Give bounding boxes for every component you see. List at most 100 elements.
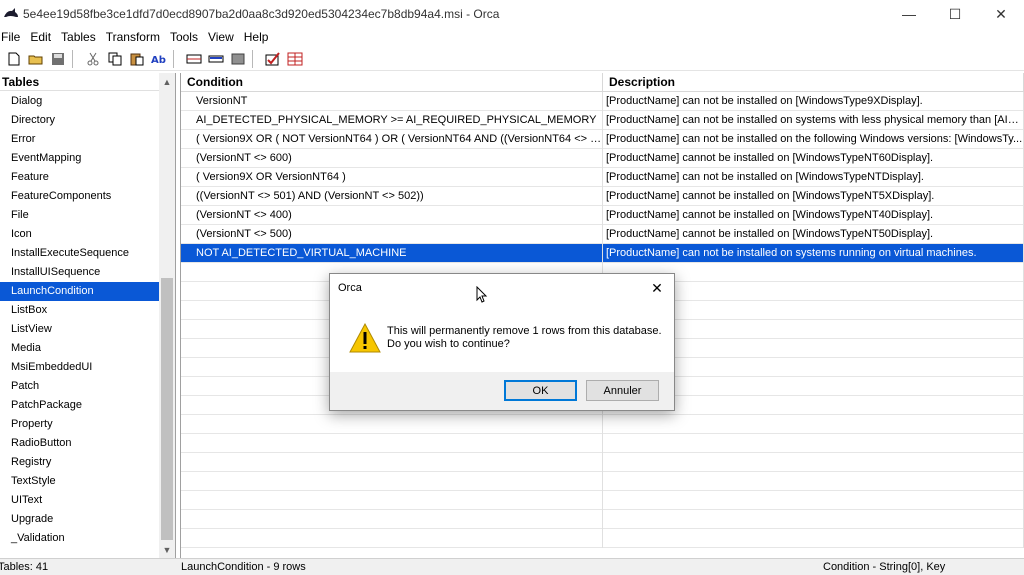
table-list-item[interactable]: Media xyxy=(0,339,160,358)
table-list-item[interactable]: MsiEmbeddedUI xyxy=(0,358,160,377)
toolbar-separator xyxy=(252,49,253,68)
save-icon[interactable] xyxy=(50,51,66,67)
empty-cell xyxy=(603,510,1024,529)
table-row[interactable]: NOT AI_DETECTED_VIRTUAL_MACHINE [ProductN… xyxy=(181,244,1024,263)
cell-condition[interactable]: VersionNT xyxy=(181,92,603,111)
empty-cell xyxy=(181,453,603,472)
column-headers: Condition Description xyxy=(181,73,1024,92)
table-list-item[interactable]: Error xyxy=(0,130,160,149)
minimize-button[interactable]: — xyxy=(886,0,932,28)
column-header-description[interactable]: Description xyxy=(603,73,1024,92)
cell-condition[interactable]: (VersionNT <> 600) xyxy=(181,149,603,168)
empty-cell xyxy=(603,472,1024,491)
menu-view[interactable]: View xyxy=(206,30,242,44)
table-list-item[interactable]: EventMapping xyxy=(0,149,160,168)
cell-condition[interactable]: ( Version9X OR ( NOT VersionNT64 ) OR ( … xyxy=(181,130,603,149)
table-row[interactable]: (VersionNT <> 400) [ProductName] cannot b… xyxy=(181,206,1024,225)
cell-description[interactable]: [ProductName] cannot be installed on [Wi… xyxy=(603,187,1024,206)
scrollbar-thumb[interactable] xyxy=(161,278,173,540)
table-list-item[interactable]: UIText xyxy=(0,491,160,510)
cell-condition[interactable]: (VersionNT <> 400) xyxy=(181,206,603,225)
table-list-item[interactable]: File xyxy=(0,206,160,225)
table-list-item[interactable]: Directory xyxy=(0,111,160,130)
cell-description[interactable]: [ProductName] cannot be installed on [Wi… xyxy=(603,225,1024,244)
table-list-item[interactable]: Icon xyxy=(0,225,160,244)
open-folder-icon[interactable] xyxy=(28,51,44,67)
table-list-item[interactable]: TextStyle xyxy=(0,472,160,491)
table-row[interactable]: ( Version9X OR VersionNT64 ) [ProductName… xyxy=(181,168,1024,187)
table-list-item[interactable]: InstallExecuteSequence xyxy=(0,244,160,263)
ok-button[interactable]: OK xyxy=(504,380,577,401)
empty-cell xyxy=(181,510,603,529)
cell-description[interactable]: [ProductName] can not be installed on [W… xyxy=(603,168,1024,187)
table-list-item[interactable]: Registry xyxy=(0,453,160,472)
column-header-condition[interactable]: Condition xyxy=(181,73,603,92)
merge-module-icon[interactable] xyxy=(287,51,303,67)
table-list-item[interactable]: _Validation xyxy=(0,529,160,548)
table-list-item[interactable]: PatchPackage xyxy=(0,396,160,415)
table-tool-icon[interactable] xyxy=(186,51,202,67)
find-icon[interactable]: Ab xyxy=(151,51,167,67)
svg-text:Ab: Ab xyxy=(151,55,166,66)
empty-row xyxy=(181,453,1024,472)
table-list-item[interactable]: RadioButton xyxy=(0,434,160,453)
tables-header: Tables xyxy=(0,73,175,91)
table-list-item[interactable]: Patch xyxy=(0,377,160,396)
paste-icon[interactable] xyxy=(129,51,145,67)
cell-condition[interactable]: ( Version9X OR VersionNT64 ) xyxy=(181,168,603,187)
drop-table-icon[interactable] xyxy=(230,51,246,67)
table-row[interactable]: ( Version9X OR ( NOT VersionNT64 ) OR ( … xyxy=(181,130,1024,149)
menu-bar: File Edit Tables Transform Tools View He… xyxy=(0,28,1024,46)
menu-transform[interactable]: Transform xyxy=(104,30,168,44)
status-tables-count: Tables: 41 xyxy=(0,561,49,573)
table-list-item[interactable]: Feature xyxy=(0,168,160,187)
table-list-item[interactable]: Property xyxy=(0,415,160,434)
menu-help[interactable]: Help xyxy=(242,30,277,44)
copy-icon[interactable] xyxy=(107,51,123,67)
cell-condition[interactable]: NOT AI_DETECTED_VIRTUAL_MACHINE xyxy=(181,244,603,263)
empty-cell xyxy=(603,434,1024,453)
cell-condition[interactable]: (VersionNT <> 500) xyxy=(181,225,603,244)
maximize-button[interactable]: ☐ xyxy=(932,0,978,28)
menu-tools[interactable]: Tools xyxy=(168,30,206,44)
table-row[interactable]: (VersionNT <> 500) [ProductName] cannot b… xyxy=(181,225,1024,244)
menu-tables[interactable]: Tables xyxy=(59,30,104,44)
dialog-message-line2: Do you wish to continue? xyxy=(387,338,510,350)
dialog-footer: OK Annuler xyxy=(330,372,674,410)
cell-description[interactable]: [ProductName] can not be installed on sy… xyxy=(603,111,1024,130)
table-list-item[interactable]: Upgrade xyxy=(0,510,160,529)
tables-header-label: Tables xyxy=(2,74,40,89)
cell-description[interactable]: [ProductName] can not be installed on th… xyxy=(603,130,1024,149)
menu-edit[interactable]: Edit xyxy=(28,30,59,44)
status-bar: Tables: 41 LaunchCondition - 9 rows Cond… xyxy=(0,558,1024,575)
table-list-item[interactable]: InstallUISequence xyxy=(0,263,160,282)
table-list-item[interactable]: ListView xyxy=(0,320,160,339)
table-list-item[interactable]: Dialog xyxy=(0,92,160,111)
table-row[interactable]: ((VersionNT <> 501) AND (VersionNT <> 50… xyxy=(181,187,1024,206)
menu-file[interactable]: File xyxy=(0,30,28,44)
scroll-down-arrow-icon[interactable]: ▼ xyxy=(159,541,175,558)
close-window-button[interactable]: ✕ xyxy=(978,0,1024,28)
tables-scrollbar[interactable]: ▲ ▼ xyxy=(159,73,175,558)
cell-condition[interactable]: ((VersionNT <> 501) AND (VersionNT <> 50… xyxy=(181,187,603,206)
table-list-item[interactable]: ListBox xyxy=(0,301,160,320)
table-list-item[interactable]: FeatureComponents xyxy=(0,187,160,206)
new-file-icon[interactable] xyxy=(6,51,22,67)
scroll-up-arrow-icon[interactable]: ▲ xyxy=(159,73,175,90)
cut-icon[interactable] xyxy=(85,51,101,67)
cell-description[interactable]: [ProductName] cannot be installed on [Wi… xyxy=(603,206,1024,225)
validate-icon[interactable] xyxy=(265,51,281,67)
cell-description[interactable]: [ProductName] can not be installed on sy… xyxy=(603,244,1024,263)
dialog-close-icon[interactable]: ✕ xyxy=(648,279,666,297)
cell-description[interactable]: [ProductName] cannot be installed on [Wi… xyxy=(603,149,1024,168)
table-row[interactable]: (VersionNT <> 600) [ProductName] cannot b… xyxy=(181,149,1024,168)
cancel-button[interactable]: Annuler xyxy=(586,380,659,401)
table-list-item[interactable]: LaunchCondition xyxy=(0,282,160,301)
dialog-message-line1: This will permanently remove 1 rows from… xyxy=(387,325,662,337)
cell-description[interactable]: [ProductName] can not be installed on [W… xyxy=(603,92,1024,111)
cell-condition[interactable]: AI_DETECTED_PHYSICAL_MEMORY >= AI_REQUIR… xyxy=(181,111,603,130)
row-tool-icon[interactable] xyxy=(208,51,224,67)
toolbar-separator xyxy=(173,49,174,68)
table-row[interactable]: VersionNT [ProductName] can not be instal… xyxy=(181,92,1024,111)
table-row[interactable]: AI_DETECTED_PHYSICAL_MEMORY >= AI_REQUIR… xyxy=(181,111,1024,130)
